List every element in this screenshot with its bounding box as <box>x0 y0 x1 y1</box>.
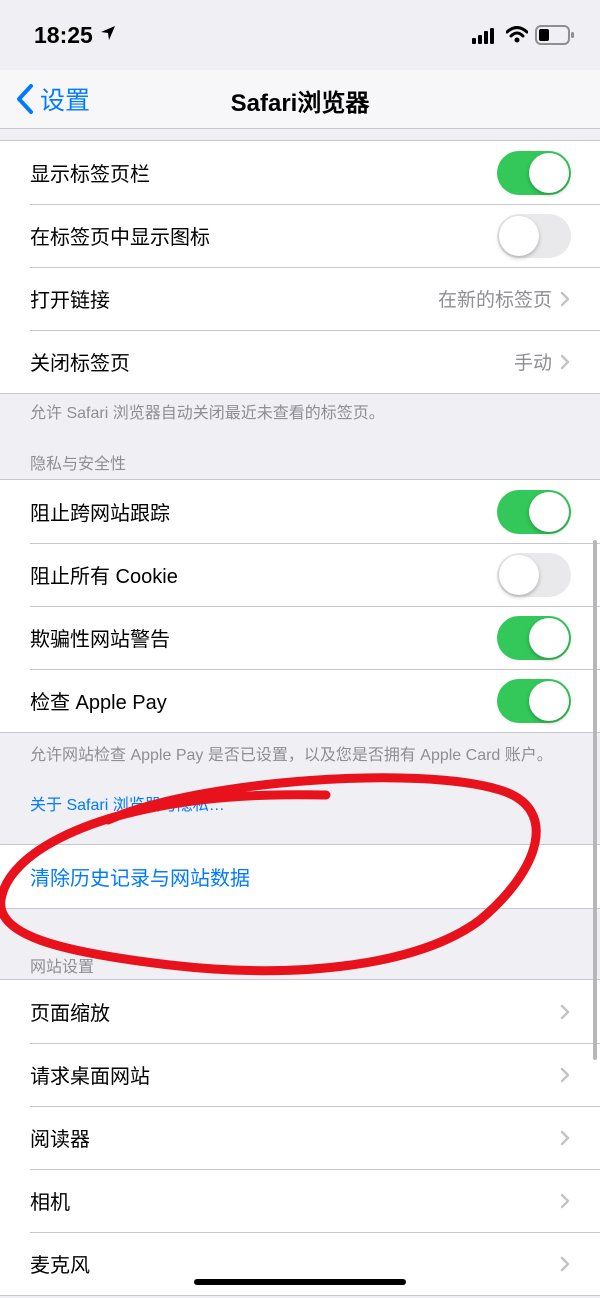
home-indicator[interactable] <box>194 1279 406 1285</box>
check-apple-pay-toggle[interactable] <box>497 679 571 723</box>
battery-icon <box>535 25 574 45</box>
privacy-footer-note: 允许网站检查 Apple Pay 是否已设置，以及您是否拥有 Apple Car… <box>30 747 553 764</box>
location-arrow-icon <box>101 26 115 40</box>
row-label: 相机 <box>30 1192 70 1214</box>
row-label: 欺骗性网站警告 <box>30 629 170 651</box>
row-label: 检查 Apple Pay <box>30 692 167 714</box>
page-title: Safari浏览器 <box>230 90 370 117</box>
clear-history-label: 清除历史记录与网站数据 <box>30 868 250 890</box>
row-label: 页面缩放 <box>30 1003 110 1025</box>
setting-row-close-tabs[interactable]: 关闭标签页 手动 <box>0 330 600 393</box>
chevron-right-icon <box>560 1004 570 1020</box>
chevron-right-icon <box>560 291 570 307</box>
setting-row-show-icons-in-tabs: 在标签页中显示图标 <box>0 204 600 267</box>
privacy-settings-group: 阻止跨网站跟踪 阻止所有 Cookie 欺骗性网站警告 检查 Apple Pay <box>0 479 600 733</box>
clear-history-group: 清除历史记录与网站数据 <box>0 844 600 909</box>
navigation-bar: 设置 Safari浏览器 <box>0 70 600 129</box>
setting-row-show-tab-bar: 显示标签页栏 <box>0 141 600 204</box>
chevron-right-icon <box>560 1130 570 1146</box>
row-label: 关闭标签页 <box>30 353 130 375</box>
status-bar: 18:25 <box>0 0 600 70</box>
row-label: 显示标签页栏 <box>30 164 150 186</box>
status-time: 18:25 <box>34 22 93 48</box>
scroll-indicator <box>593 540 597 1060</box>
tabs-footer-note: 允许 Safari 浏览器自动关闭最近未查看的标签页。 <box>30 405 385 422</box>
chevron-right-icon <box>560 1256 570 1272</box>
setting-row-microphone[interactable]: 麦克风 <box>0 1232 600 1295</box>
setting-row-request-desktop-website[interactable]: 请求桌面网站 <box>0 1043 600 1106</box>
clear-history-button[interactable]: 清除历史记录与网站数据 <box>0 845 600 908</box>
privacy-section-header: 隐私与安全性 <box>30 456 127 473</box>
setting-row-prevent-cross-site-tracking: 阻止跨网站跟踪 <box>0 480 600 543</box>
chevron-right-icon <box>560 1067 570 1083</box>
about-safari-privacy-link[interactable]: 关于 Safari 浏览器与隐私… <box>30 791 225 815</box>
setting-row-block-all-cookies: 阻止所有 Cookie <box>0 543 600 606</box>
block-cookies-toggle[interactable] <box>497 553 571 597</box>
setting-row-fraudulent-website-warning: 欺骗性网站警告 <box>0 606 600 669</box>
prevent-tracking-toggle[interactable] <box>497 490 571 534</box>
cellular-signal-icon <box>472 28 494 44</box>
tabs-settings-group: 显示标签页栏 在标签页中显示图标 打开链接 在新的标签页 关闭标签页 手动 <box>0 140 600 394</box>
row-value: 手动 <box>513 353 552 374</box>
chevron-right-icon <box>560 1193 570 1209</box>
fraud-warning-toggle[interactable] <box>497 616 571 660</box>
website-settings-header: 网站设置 <box>30 959 95 976</box>
website-settings-group: 页面缩放 请求桌面网站 阅读器 相机 麦克风 <box>0 979 600 1296</box>
setting-row-open-links[interactable]: 打开链接 在新的标签页 <box>0 267 600 330</box>
row-value: 在新的标签页 <box>437 290 552 311</box>
row-label: 阻止所有 Cookie <box>30 566 178 588</box>
show-tab-bar-toggle[interactable] <box>497 151 571 195</box>
setting-row-check-apple-pay: 检查 Apple Pay <box>0 669 600 732</box>
wifi-icon <box>506 26 528 43</box>
row-label: 打开链接 <box>30 290 110 312</box>
row-label: 麦克风 <box>30 1255 90 1277</box>
chevron-right-icon <box>560 354 570 370</box>
show-icons-in-tabs-toggle[interactable] <box>497 214 571 258</box>
setting-row-reader[interactable]: 阅读器 <box>0 1106 600 1169</box>
row-label: 在标签页中显示图标 <box>30 227 210 249</box>
row-label: 阅读器 <box>30 1129 90 1151</box>
setting-row-camera[interactable]: 相机 <box>0 1169 600 1232</box>
setting-row-page-zoom[interactable]: 页面缩放 <box>0 980 600 1043</box>
row-label: 阻止跨网站跟踪 <box>30 503 170 525</box>
row-label: 请求桌面网站 <box>30 1066 150 1088</box>
